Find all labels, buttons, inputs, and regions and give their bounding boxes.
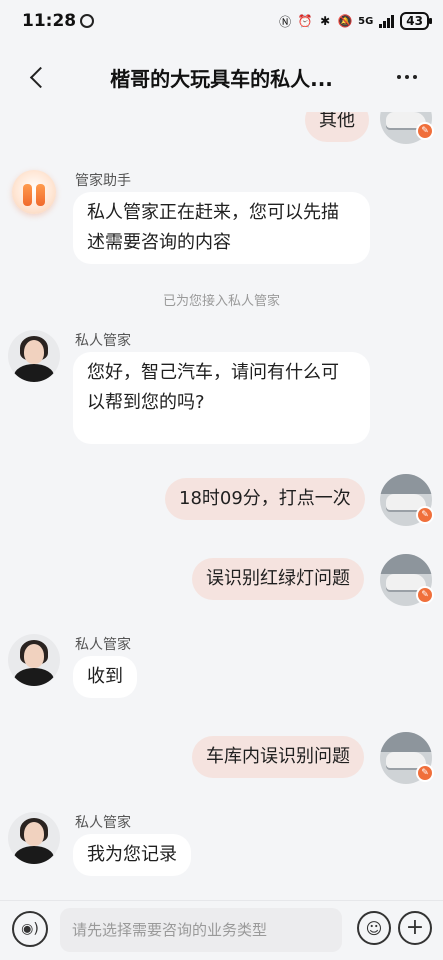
back-chevron-icon <box>29 66 51 88</box>
message-text: 18时09分，打点一次 <box>179 488 351 509</box>
sender-name: 私人管家 <box>75 333 131 349</box>
signal-icon <box>379 14 395 28</box>
sender-name: 私人管家 <box>75 637 131 653</box>
avatar-body <box>14 364 54 382</box>
message-text: 误识别红绿灯问题 <box>206 568 350 589</box>
user-message-bubble: 其他 <box>305 112 369 142</box>
chat-area[interactable]: 其他 ✎ 管家助手 私人管家正在赶来，您可以先描述需要咨询的内容 已为您接入私人… <box>0 112 443 900</box>
user-message-bubble: 误识别红绿灯问题 <box>192 558 364 600</box>
avatar-eye <box>23 184 32 206</box>
avatar-body <box>14 668 54 686</box>
status-bar: 11:28 Ⓝ ⏰ ✱ 🔕 5G 43 <box>0 0 443 42</box>
more-icon-dot <box>413 75 417 79</box>
user-message-bubble: 车库内误识别问题 <box>192 736 364 778</box>
system-note: 已为您接入私人管家 <box>162 294 280 309</box>
more-icon <box>397 75 401 79</box>
voice-button[interactable]: ◉) <box>12 911 48 947</box>
clock-badge-icon <box>80 14 95 28</box>
back-button[interactable] <box>16 57 56 97</box>
page-title: 楷哥的大玩具车的私人... <box>110 66 333 91</box>
message-text: 收到 <box>87 666 123 687</box>
input-bar: ◉) ☺ + <box>0 900 443 960</box>
sender-name: 管家助手 <box>75 173 131 189</box>
sender-name: 私人管家 <box>75 815 131 831</box>
agent-avatar[interactable] <box>8 812 60 864</box>
avatar-eye <box>36 184 45 206</box>
assistant-avatar <box>12 170 56 214</box>
chat-header: 楷哥的大玩具车的私人... <box>0 42 443 112</box>
alarm-icon: ⏰ <box>297 14 313 28</box>
plus-button[interactable]: + <box>398 911 432 945</box>
voice-icon: ◉) <box>21 921 39 937</box>
message-text: 您好，智己汽车，请问有什么可以帮到您的吗? <box>87 362 339 413</box>
edit-badge-icon: ✎ <box>416 122 434 140</box>
message-text: 我为您记录 <box>87 844 177 865</box>
battery-icon: 43 <box>400 12 432 30</box>
edit-badge-icon: ✎ <box>416 506 434 524</box>
message-text: 私人管家正在赶来，您可以先描述需要咨询的内容 <box>87 202 339 253</box>
status-icons: Ⓝ ⏰ ✱ 🔕 5G 43 <box>278 12 432 30</box>
emoji-icon: ☺ <box>365 918 383 938</box>
message-text: 车库内误识别问题 <box>206 746 350 767</box>
status-time-group: 11:28 <box>22 11 95 31</box>
user-message-bubble: 18时09分，打点一次 <box>165 478 365 520</box>
avatar-face <box>24 340 44 364</box>
network-label: 5G <box>358 15 374 27</box>
avatar-bg <box>380 554 432 574</box>
avatar-face <box>24 644 44 668</box>
avatar-bg <box>380 732 432 752</box>
more-icon-dot <box>405 75 409 79</box>
message-text: 其他 <box>319 112 355 131</box>
mute-icon: 🔕 <box>337 14 353 28</box>
agent-message-bubble: 您好，智己汽车，请问有什么可以帮到您的吗? <box>73 352 370 444</box>
plus-icon: + <box>405 915 425 940</box>
message-input[interactable] <box>60 908 342 952</box>
agent-message-bubble: 我为您记录 <box>73 834 191 876</box>
battery-level: 43 <box>406 14 423 28</box>
emoji-button[interactable]: ☺ <box>357 911 391 945</box>
more-button[interactable] <box>387 57 427 97</box>
edit-badge-icon: ✎ <box>416 586 434 604</box>
bluetooth-icon: ✱ <box>320 14 331 28</box>
avatar-body <box>14 846 54 864</box>
agent-avatar[interactable] <box>8 634 60 686</box>
edit-badge-icon: ✎ <box>416 764 434 782</box>
avatar-face <box>24 822 44 846</box>
agent-avatar[interactable] <box>8 330 60 382</box>
bot-message-bubble: 私人管家正在赶来，您可以先描述需要咨询的内容 <box>73 192 370 264</box>
status-time: 11:28 <box>22 11 77 31</box>
nfc-icon: Ⓝ <box>279 14 292 29</box>
avatar-bg <box>380 474 432 494</box>
agent-message-bubble: 收到 <box>73 656 137 698</box>
